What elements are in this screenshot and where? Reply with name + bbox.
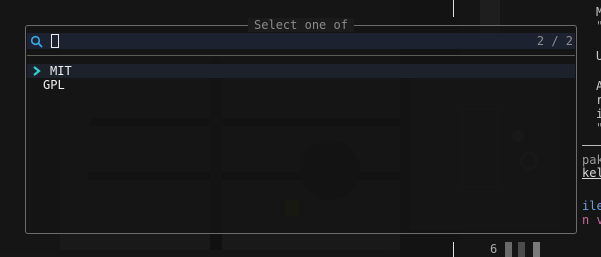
option-item[interactable]: MIT [27, 64, 575, 78]
chevron-right-icon [33, 66, 41, 76]
background-text-fragment: i [596, 107, 601, 121]
status-block [518, 242, 525, 257]
prompt-divider [27, 55, 575, 56]
background-text-fragment: n v [582, 213, 601, 227]
option-label: GPL [43, 78, 65, 92]
background-divider [582, 145, 601, 146]
search-icon [30, 35, 43, 48]
status-number: 6 [490, 242, 498, 256]
background-text-fragment: ile [582, 199, 601, 213]
status-block [505, 242, 512, 257]
background-text-fragment: M [596, 5, 601, 19]
background-text-fragment: " [596, 122, 601, 135]
select-picker: Select one of 2 / 2 MIT GPL [25, 18, 577, 234]
search-prompt[interactable]: 2 / 2 [27, 33, 575, 49]
match-count: 2 / 2 [536, 34, 573, 48]
pane-border [453, 242, 454, 257]
background-text-fragment: r [596, 93, 601, 107]
background-text-fragment: " [596, 20, 601, 33]
status-block [533, 242, 540, 257]
background-text-fragment: U [596, 49, 601, 63]
text-cursor [51, 34, 59, 48]
option-label: MIT [50, 64, 72, 78]
background-text-fragment: kel [582, 166, 601, 180]
pane-border [453, 0, 454, 17]
background-text-fragment: A [596, 79, 601, 93]
option-item[interactable]: GPL [27, 78, 575, 92]
